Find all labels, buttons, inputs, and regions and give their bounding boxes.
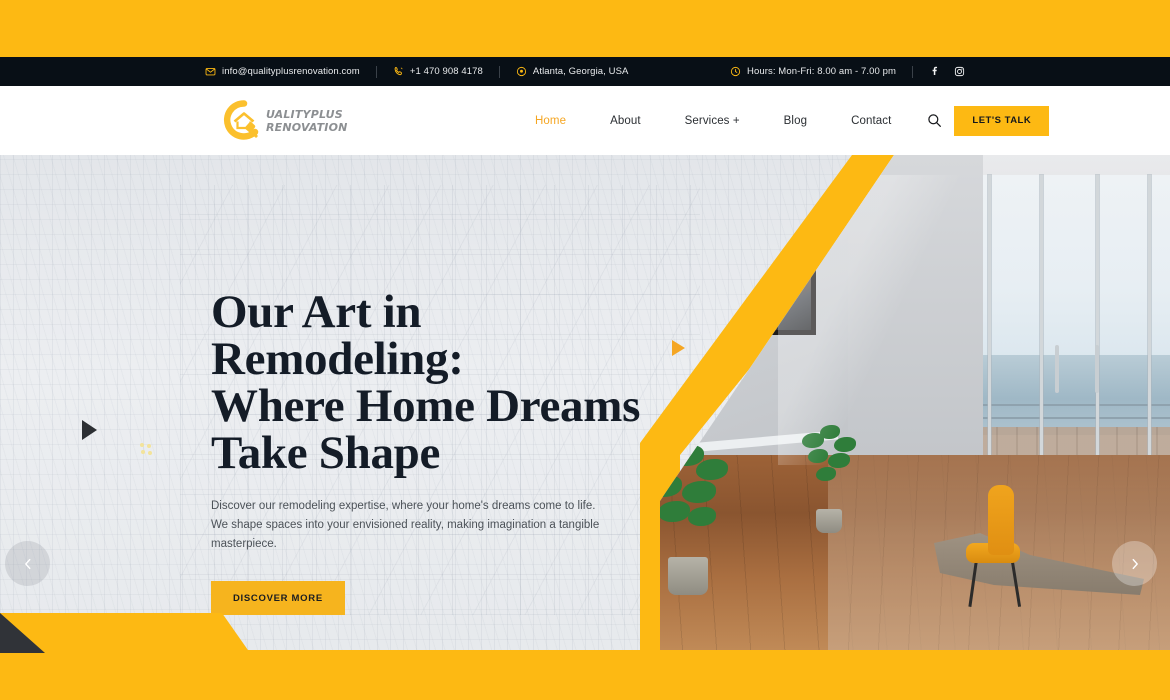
nav-item-about[interactable]: About <box>588 115 663 127</box>
social-links <box>929 66 965 77</box>
carousel-next-button[interactable] <box>1112 541 1157 586</box>
dot-cluster-decoration <box>140 443 154 455</box>
clock-icon <box>730 66 741 77</box>
hero-image <box>660 155 1170 650</box>
divider <box>375 65 377 78</box>
chevron-left-icon <box>21 557 35 571</box>
phone-icon <box>393 66 404 77</box>
carousel-prev-button[interactable] <box>5 541 50 586</box>
nav-item-services[interactable]: Services + <box>663 115 762 127</box>
nav-item-contact[interactable]: Contact <box>829 115 913 127</box>
search-icon[interactable] <box>927 113 942 128</box>
topbar-hours: Hours: Mon-Fri: 8.00 am - 7.00 pm <box>730 66 896 77</box>
logo-text-line2: RENOVATION <box>266 121 348 134</box>
topbar-email-text: info@qualityplusrenovation.com <box>222 66 360 77</box>
hero-subtitle: Discover our remodeling expertise, where… <box>211 500 600 550</box>
logo-text-line1: UALITYPLUS <box>266 108 343 121</box>
discover-more-button[interactable]: DISCOVER MORE <box>211 581 345 615</box>
topbar-location[interactable]: Atlanta, Georgia, USA <box>516 66 629 77</box>
lets-talk-button[interactable]: LET'S TALK <box>954 105 1050 136</box>
chevron-right-icon <box>1128 557 1142 571</box>
play-triangle-icon-yellow <box>672 340 685 356</box>
facebook-icon[interactable] <box>929 66 940 77</box>
nav-item-blog[interactable]: Blog <box>762 115 829 127</box>
top-info-bar: info@qualityplusrenovation.com +1 470 90… <box>0 57 1170 86</box>
bottom-yellow-bar <box>0 650 1170 700</box>
envelope-icon <box>205 66 216 77</box>
divider <box>498 65 500 78</box>
hero-title: Our Art in Remodeling: Where Home Dreams… <box>211 289 681 477</box>
hero-title-line2: Where Home Dreams <box>211 380 641 432</box>
instagram-icon[interactable] <box>954 66 965 77</box>
topbar-location-text: Atlanta, Georgia, USA <box>532 66 629 77</box>
play-triangle-icon-dark <box>82 420 97 440</box>
divider <box>912 65 913 78</box>
topbar-email[interactable]: info@qualityplusrenovation.com <box>205 66 360 77</box>
hero-title-line3: Take Shape <box>211 427 441 479</box>
nav-item-home[interactable]: Home <box>513 115 588 127</box>
topbar-phone-text: +1 470 908 4178 <box>409 66 483 77</box>
main-navbar: UALITYPLUS RENOVATION Home About Service… <box>0 86 1170 155</box>
hero-content: Our Art in Remodeling: Where Home Dreams… <box>211 289 681 615</box>
topbar-phone[interactable]: +1 470 908 4178 <box>393 66 483 77</box>
site-logo[interactable]: UALITYPLUS RENOVATION <box>222 100 348 142</box>
location-pin-icon <box>516 66 527 77</box>
nav-menu: Home About Services + Blog Contact LET'S… <box>513 86 1050 155</box>
topbar-hours-text: Hours: Mon-Fri: 8.00 am - 7.00 pm <box>746 66 896 77</box>
q-house-plug-logo-icon <box>222 100 266 142</box>
top-accent-strip <box>0 0 1170 57</box>
hero-title-line1: Our Art in Remodeling: <box>211 286 464 385</box>
